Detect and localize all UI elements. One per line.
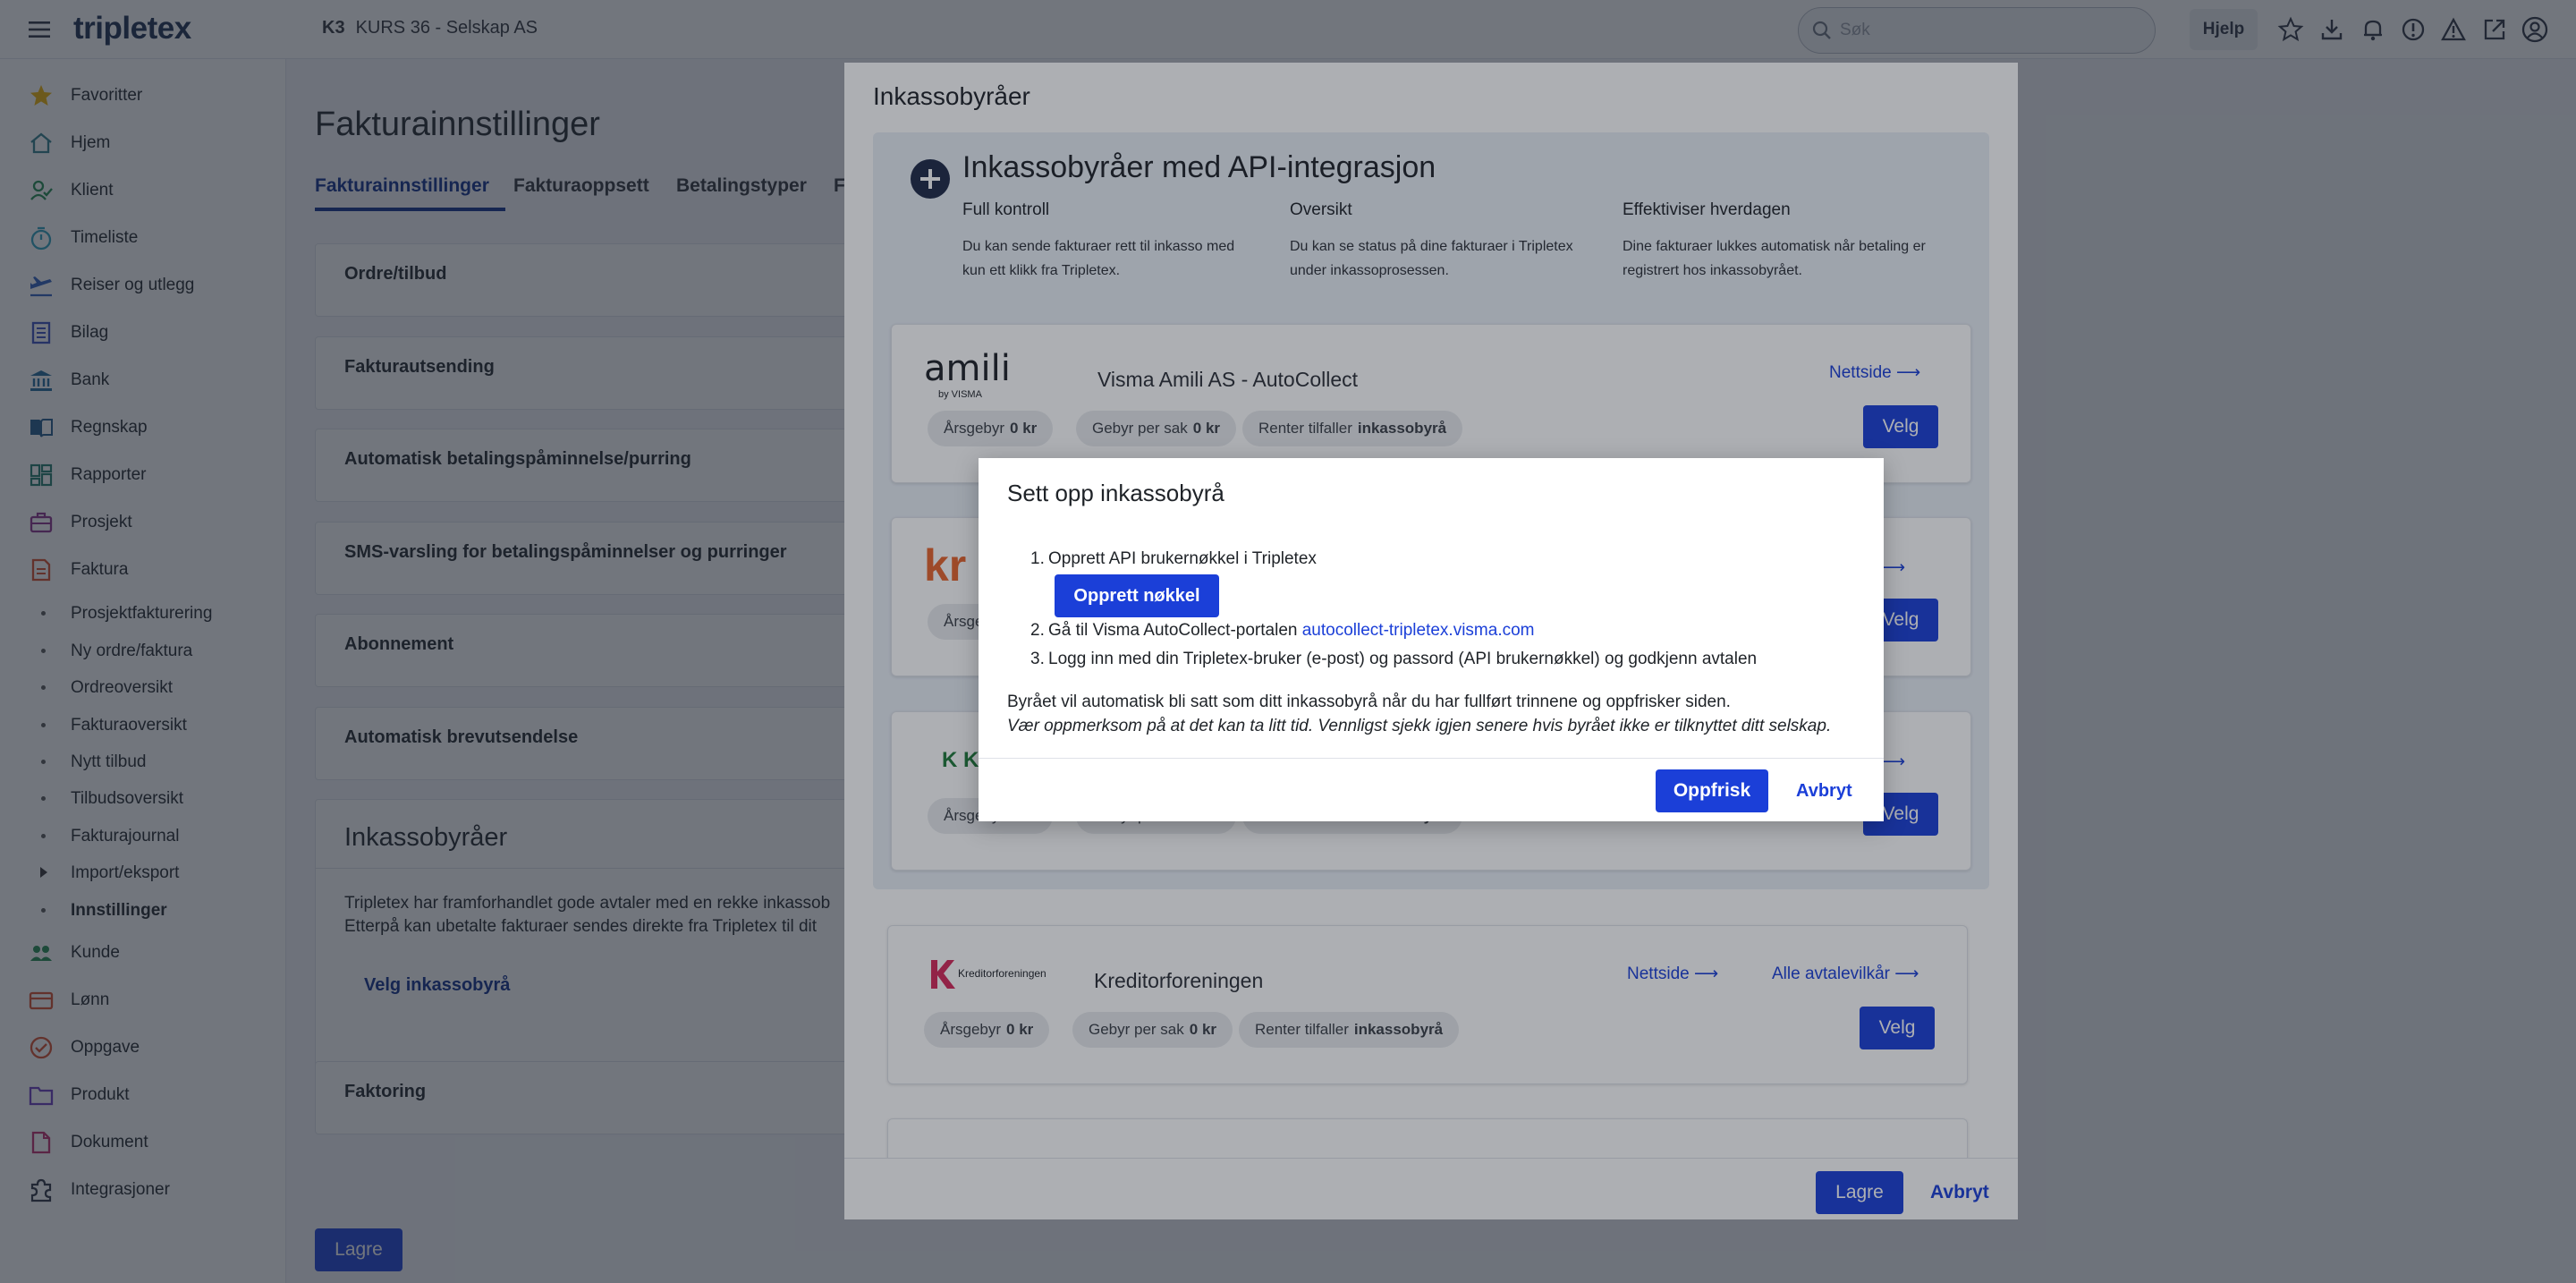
setup-collection-agency-dialog: Sett opp inkassobyrå 1. Opprett API bruke… xyxy=(979,458,1884,821)
portal-link[interactable]: autocollect-tripletex.visma.com xyxy=(1302,621,1535,640)
dialog-title: Sett opp inkassobyrå xyxy=(1007,480,1224,506)
step-number: 2. xyxy=(1030,621,1045,640)
setup-step-1: 1. Opprett API brukernøkkel i Tripletex xyxy=(1030,549,1317,569)
info-text: Byrået vil automatisk bli satt som ditt … xyxy=(1007,692,1731,711)
create-key-button[interactable]: Opprett nøkkel xyxy=(1055,574,1219,617)
step-number: 1. xyxy=(1030,549,1045,568)
step-number: 3. xyxy=(1030,650,1045,668)
app-window: tripletex K3 KURS 36 - Selskap AS Søk Hje… xyxy=(0,0,2576,1283)
step-text: Gå til Visma AutoCollect-portalen xyxy=(1048,621,1302,640)
refresh-button[interactable]: Oppfrisk xyxy=(1656,769,1768,812)
step-text: Opprett API brukernøkkel i Tripletex xyxy=(1048,549,1317,568)
divider xyxy=(979,758,1884,759)
setup-step-2: 2. Gå til Visma AutoCollect-portalen auto… xyxy=(1030,621,1535,641)
cancel-button[interactable]: Avbryt xyxy=(1796,781,1852,802)
step-text: Logg inn med din Tripletex-bruker (e-pos… xyxy=(1048,650,1758,668)
warning-text: Vær oppmerksom på at det kan ta litt tid… xyxy=(1007,717,1832,735)
setup-step-3: 3. Logg inn med din Tripletex-bruker (e-p… xyxy=(1030,650,1757,669)
